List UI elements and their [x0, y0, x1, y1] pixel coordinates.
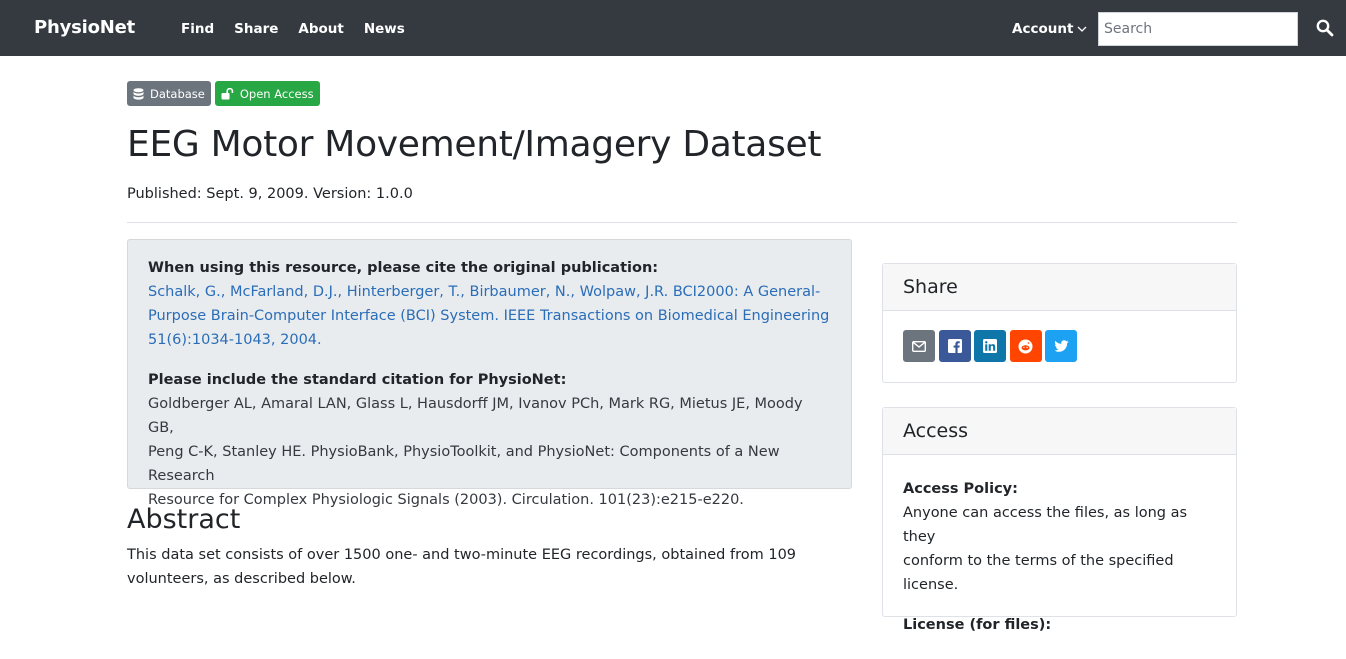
- open-access-badge-label: Open Access: [239, 86, 314, 101]
- abstract-line-1: This data set consists of over 1500 one-…: [127, 547, 797, 563]
- standard-citation-line-3: Resource for Complex Physiologic Signals…: [148, 492, 744, 508]
- page-title: EEG Motor Movement/Imagery Dataset: [127, 124, 822, 165]
- brand-logo[interactable]: PhysioNet: [34, 17, 135, 38]
- search-input[interactable]: [1098, 12, 1298, 46]
- standard-citation-line-2: Peng C-K, Stanley HE. PhysioBank, Physio…: [148, 444, 780, 484]
- reddit-icon: [1018, 339, 1033, 353]
- chevron-down-icon: [1077, 26, 1087, 32]
- share-twitter-button[interactable]: [1045, 330, 1077, 362]
- nav-link-about[interactable]: About: [298, 21, 343, 37]
- database-icon: [133, 87, 144, 100]
- share-facebook-button[interactable]: [938, 330, 971, 362]
- license-label: License (for files):: [903, 617, 1052, 633]
- share-buttons: [883, 311, 1236, 381]
- share-reddit-button[interactable]: [1009, 330, 1042, 362]
- search-button[interactable]: [1310, 16, 1340, 42]
- original-citation-link-line-2[interactable]: Purpose Brain-Computer Interface (BCI) S…: [148, 304, 831, 328]
- share-card-heading: Share: [883, 264, 1236, 311]
- open-access-badge: Open Access: [214, 81, 320, 106]
- citation-box: When using this resource, please cite th…: [127, 239, 852, 508]
- unlock-icon: [221, 87, 234, 99]
- twitter-icon: [1054, 339, 1068, 352]
- share-linkedin-button[interactable]: [974, 330, 1006, 362]
- access-policy-line-2: conform to the terms of the specified: [903, 553, 1174, 569]
- share-card: Share: [882, 263, 1237, 383]
- divider: [127, 222, 1237, 223]
- access-policy-line-1: Anyone can access the files, as long as …: [903, 505, 1188, 545]
- nav-link-news[interactable]: News: [364, 21, 405, 37]
- nav-links: Find Share About News: [181, 21, 425, 37]
- search-icon: [1316, 19, 1334, 36]
- abstract-line-2: volunteers, as described below.: [127, 571, 356, 587]
- standard-citation-lead: Please include the standard citation for…: [148, 372, 567, 388]
- project-badges: Database Open Access: [127, 81, 324, 106]
- original-citation-lead: When using this resource, please cite th…: [148, 260, 659, 276]
- linkedin-icon: [983, 339, 997, 353]
- access-policy-label: Access Policy:: [903, 481, 1018, 497]
- access-card: Access Access Policy: Anyone can access …: [882, 407, 1237, 633]
- share-email-button[interactable]: [903, 330, 935, 362]
- email-icon: [912, 340, 926, 352]
- abstract-heading: Abstract: [127, 504, 241, 535]
- nav-link-share[interactable]: Share: [234, 21, 278, 37]
- facebook-icon: [947, 339, 962, 353]
- account-dropdown[interactable]: Account: [1012, 21, 1087, 37]
- top-navbar: PhysioNet Find Share About News Account: [0, 0, 1346, 56]
- nav-link-find[interactable]: Find: [181, 21, 214, 37]
- standard-citation-line-1: Goldberger AL, Amaral LAN, Glass L, Haus…: [148, 396, 803, 436]
- published-info: Published: Sept. 9, 2009. Version: 1.0.0: [127, 186, 413, 202]
- abstract-text: This data set consists of over 1500 one-…: [127, 543, 847, 591]
- original-citation-link-line-3[interactable]: 51(6):1034-1043, 2004.: [148, 328, 831, 352]
- access-card-body: Access Policy: Anyone can access the fil…: [883, 455, 1236, 659]
- database-badge-label: Database: [150, 86, 205, 101]
- database-badge: Database: [127, 81, 211, 106]
- access-card-heading: Access: [883, 408, 1236, 455]
- access-policy-line-3: license.: [903, 577, 959, 593]
- account-label: Account: [1012, 21, 1074, 37]
- original-citation-link-line-1[interactable]: Schalk, G., McFarland, D.J., Hinterberge…: [148, 280, 831, 304]
